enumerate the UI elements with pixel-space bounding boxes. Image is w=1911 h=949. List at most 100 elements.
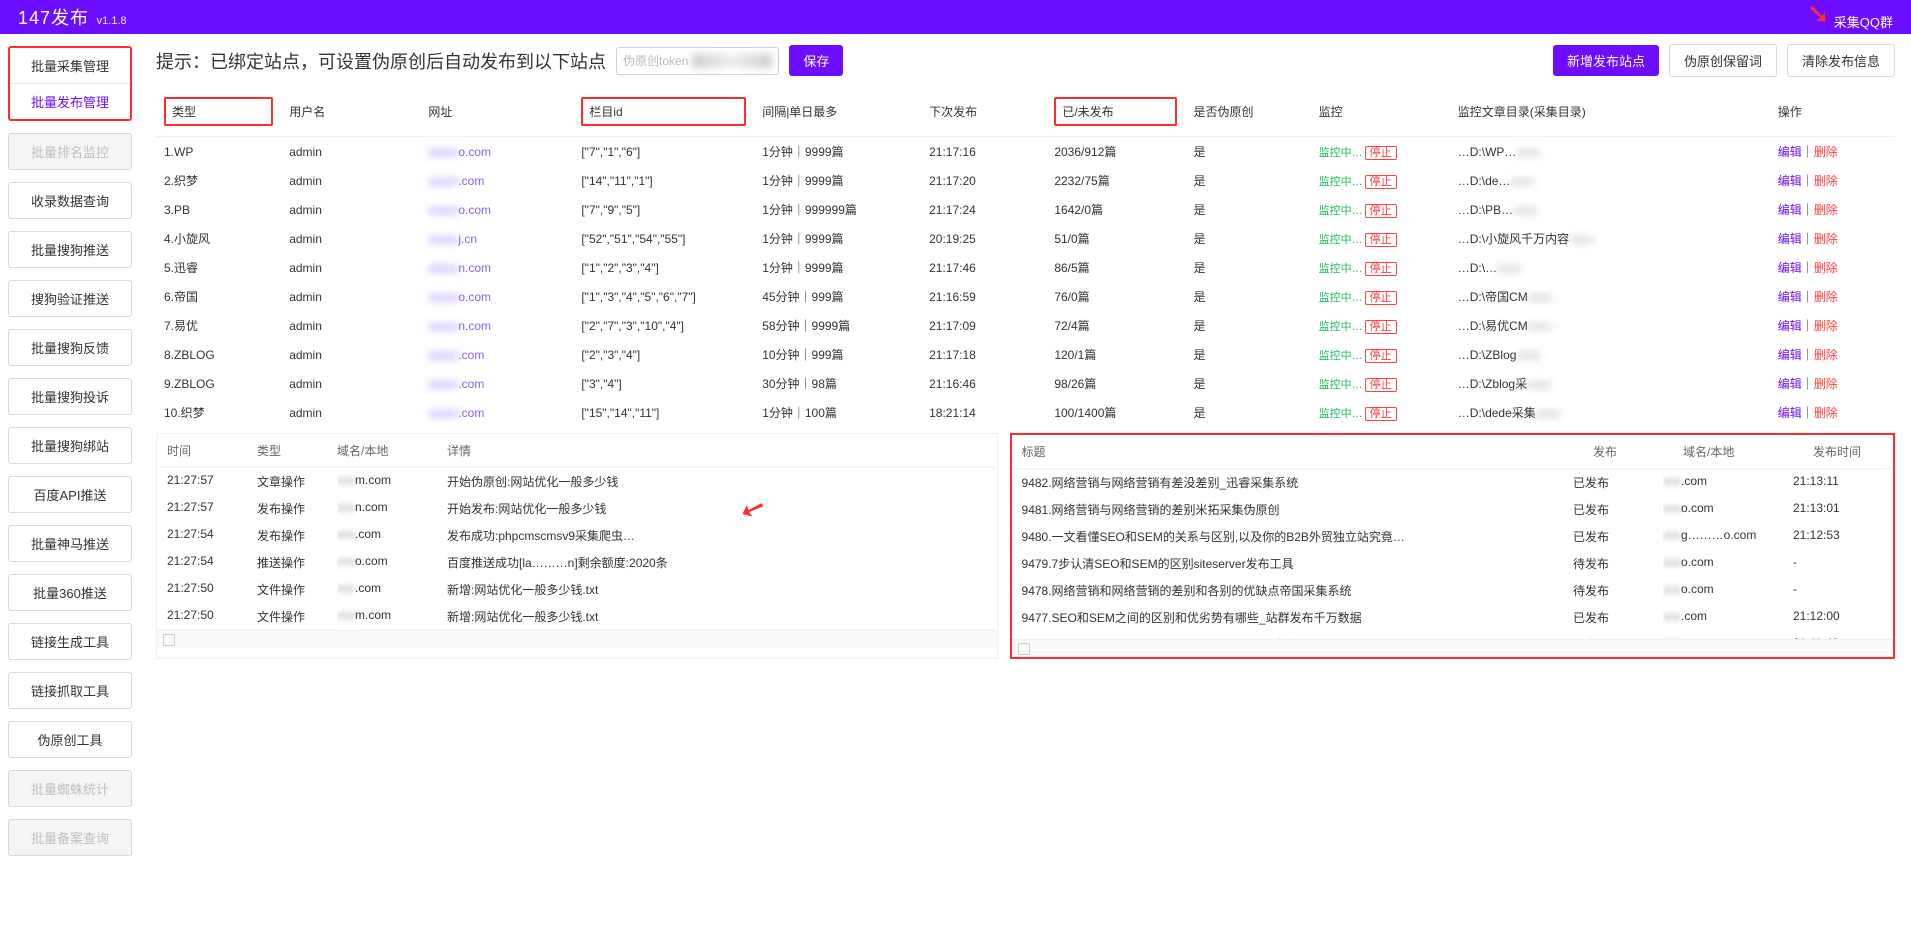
cell-dir: …D:\ZBlogxxxx [1450, 340, 1770, 369]
edit-link[interactable]: 编辑 [1778, 319, 1802, 333]
sidebar-item-11[interactable]: 链接抓取工具 [8, 672, 132, 709]
edit-link[interactable]: 编辑 [1778, 290, 1802, 304]
edit-link[interactable]: 编辑 [1778, 377, 1802, 391]
cell-colid: ["15","14","11"] [573, 398, 754, 427]
table-row[interactable]: 3.PBadminxxxxxo.com["7","9","5"]1分钟｜9999… [156, 195, 1895, 224]
sidebar-item-collect-mgmt[interactable]: 批量采集管理 [10, 48, 130, 83]
delete-link[interactable]: 删除 [1814, 232, 1838, 246]
th-type[interactable]: 类型 [172, 105, 196, 119]
table-row[interactable]: 6.帝国adminxxxxxo.com["1","3","4","5","6",… [156, 282, 1895, 311]
th-pseudo[interactable]: 是否伪原创 [1185, 87, 1310, 137]
sidebar-item-9[interactable]: 批量360推送 [8, 574, 132, 611]
delete-link[interactable]: 删除 [1814, 261, 1838, 275]
log-row: 21:27:50文件操作xxx.com新增:网站优化一般多少钱.txt [157, 576, 997, 603]
delete-link[interactable]: 删除 [1814, 290, 1838, 304]
sidebar-item-1[interactable]: 收录数据查询 [8, 182, 132, 219]
edit-link[interactable]: 编辑 [1778, 174, 1802, 188]
table-row[interactable]: 10.织梦adminxxxxx.com["15","14","11"]1分钟｜1… [156, 398, 1895, 427]
delete-link[interactable]: 删除 [1814, 145, 1838, 159]
sidebar-item-12[interactable]: 伪原创工具 [8, 721, 132, 758]
cell-op: 编辑｜删除 [1770, 253, 1895, 282]
cell-sent: 86/5篇 [1046, 253, 1185, 282]
save-button[interactable]: 保存 [789, 45, 843, 76]
delete-link[interactable]: 删除 [1814, 203, 1838, 217]
arrow-icon: ➘ [1807, 0, 1830, 29]
table-row[interactable]: 2.织梦adminxxxxx.com["14","11","1"]1分钟｜999… [156, 166, 1895, 195]
cell-url: xxxxxo.com [420, 282, 573, 311]
delete-link[interactable]: 删除 [1814, 319, 1838, 333]
right-scrollbar[interactable] [1012, 639, 1893, 657]
log-row: 9480.一文看懂SEO和SEM的关系与区别,以及你的B2B外贸独立站究竟…已发… [1012, 523, 1893, 550]
sidebar-item-3[interactable]: 搜狗验证推送 [8, 280, 132, 317]
edit-link[interactable]: 编辑 [1778, 232, 1802, 246]
ll-th-dom: 域名/本地 [327, 434, 437, 467]
sidebar-item-6[interactable]: 批量搜狗绑站 [8, 427, 132, 464]
table-row[interactable]: 8.ZBLOGadminxxxxx.com["2","3","4"]10分钟｜9… [156, 340, 1895, 369]
log-row: 9476.SEO和SEM的区别是什么_discuz发布千万数据已发布xxx.co… [1012, 631, 1893, 639]
stop-button[interactable]: 停止 [1365, 175, 1397, 189]
keep-words-button[interactable]: 伪原创保留词 [1669, 44, 1777, 77]
stop-button[interactable]: 停止 [1365, 378, 1397, 392]
qq-group-link[interactable]: 采集QQ群 [1834, 15, 1893, 30]
edit-link[interactable]: 编辑 [1778, 406, 1802, 420]
th-mon[interactable]: 监控 [1311, 87, 1450, 137]
th-op[interactable]: 操作 [1770, 87, 1895, 137]
cell-colid: ["2","3","4"] [573, 340, 754, 369]
cell-next: 21:16:59 [921, 282, 1046, 311]
stop-button[interactable]: 停止 [1365, 146, 1397, 160]
cell-type: 3.PB [156, 195, 281, 224]
sidebar-item-5[interactable]: 批量搜狗投诉 [8, 378, 132, 415]
table-row[interactable]: 1.WPadminxxxxxo.com["7","1","6"]1分钟｜9999… [156, 137, 1895, 167]
delete-link[interactable]: 删除 [1814, 348, 1838, 362]
sidebar-item-4[interactable]: 批量搜狗反馈 [8, 329, 132, 366]
cell-dir: …D:\dede采集xxxx [1450, 398, 1770, 427]
table-row[interactable]: 5.迅睿adminxxxxxn.com["1","2","3","4"]1分钟｜… [156, 253, 1895, 282]
sidebar-item-publish-mgmt[interactable]: 批量发布管理 [10, 83, 130, 119]
stop-button[interactable]: 停止 [1365, 320, 1397, 334]
edit-link[interactable]: 编辑 [1778, 261, 1802, 275]
sidebar-item-10[interactable]: 链接生成工具 [8, 623, 132, 660]
th-colid[interactable]: 栏目id [589, 105, 622, 119]
delete-link[interactable]: 删除 [1814, 174, 1838, 188]
sidebar-item-2[interactable]: 批量搜狗推送 [8, 231, 132, 268]
cell-intv: 1分钟｜9999篇 [754, 224, 921, 253]
table-row[interactable]: 4.小旋风adminxxxxxj.cn["52","51","54","55"]… [156, 224, 1895, 253]
stop-button[interactable]: 停止 [1365, 233, 1397, 247]
cell-user: admin [281, 253, 420, 282]
cell-url: xxxxxo.com [420, 195, 573, 224]
table-row[interactable]: 9.ZBLOGadminxxxxx.com["3","4"]30分钟｜98篇21… [156, 369, 1895, 398]
delete-link[interactable]: 删除 [1814, 377, 1838, 391]
th-url[interactable]: 网址 [420, 87, 573, 137]
add-site-button[interactable]: 新增发布站点 [1553, 45, 1659, 76]
th-dir[interactable]: 监控文章目录(采集目录) [1450, 87, 1770, 137]
clear-info-button[interactable]: 清除发布信息 [1787, 44, 1895, 77]
stop-button[interactable]: 停止 [1365, 262, 1397, 276]
th-next[interactable]: 下次发布 [921, 87, 1046, 137]
cell-mon: 监控中…停止 [1311, 398, 1450, 427]
table-row[interactable]: 7.易优adminxxxxxn.com["2","7","3","10","4"… [156, 311, 1895, 340]
cell-sent: 51/0篇 [1046, 224, 1185, 253]
cell-dir: …D:\小旋风千万内容xxxx [1450, 224, 1770, 253]
stop-button[interactable]: 停止 [1365, 407, 1397, 421]
cell-dir: …D:\WP…xxxx [1450, 137, 1770, 167]
th-user[interactable]: 用户名 [281, 87, 420, 137]
edit-link[interactable]: 编辑 [1778, 348, 1802, 362]
edit-link[interactable]: 编辑 [1778, 145, 1802, 159]
stop-button[interactable]: 停止 [1365, 349, 1397, 363]
cell-mon: 监控中…停止 [1311, 340, 1450, 369]
th-intv[interactable]: 间隔|单日最多 [754, 87, 921, 137]
edit-link[interactable]: 编辑 [1778, 203, 1802, 217]
sidebar-item-8[interactable]: 批量神马推送 [8, 525, 132, 562]
cell-user: admin [281, 398, 420, 427]
cell-pseudo: 是 [1185, 311, 1310, 340]
delete-link[interactable]: 删除 [1814, 406, 1838, 420]
sidebar-item-7[interactable]: 百度API推送 [8, 476, 132, 513]
sidebar-item-0: 批量排名监控 [8, 133, 132, 170]
left-scrollbar[interactable] [157, 630, 997, 648]
th-sent[interactable]: 已/未发布 [1062, 105, 1113, 119]
cell-op: 编辑｜删除 [1770, 311, 1895, 340]
cell-type: 10.织梦 [156, 398, 281, 427]
log-row: 9479.7步认清SEO和SEM的区别siteserver发布工具待发布xxxo… [1012, 550, 1893, 577]
stop-button[interactable]: 停止 [1365, 291, 1397, 305]
stop-button[interactable]: 停止 [1365, 204, 1397, 218]
